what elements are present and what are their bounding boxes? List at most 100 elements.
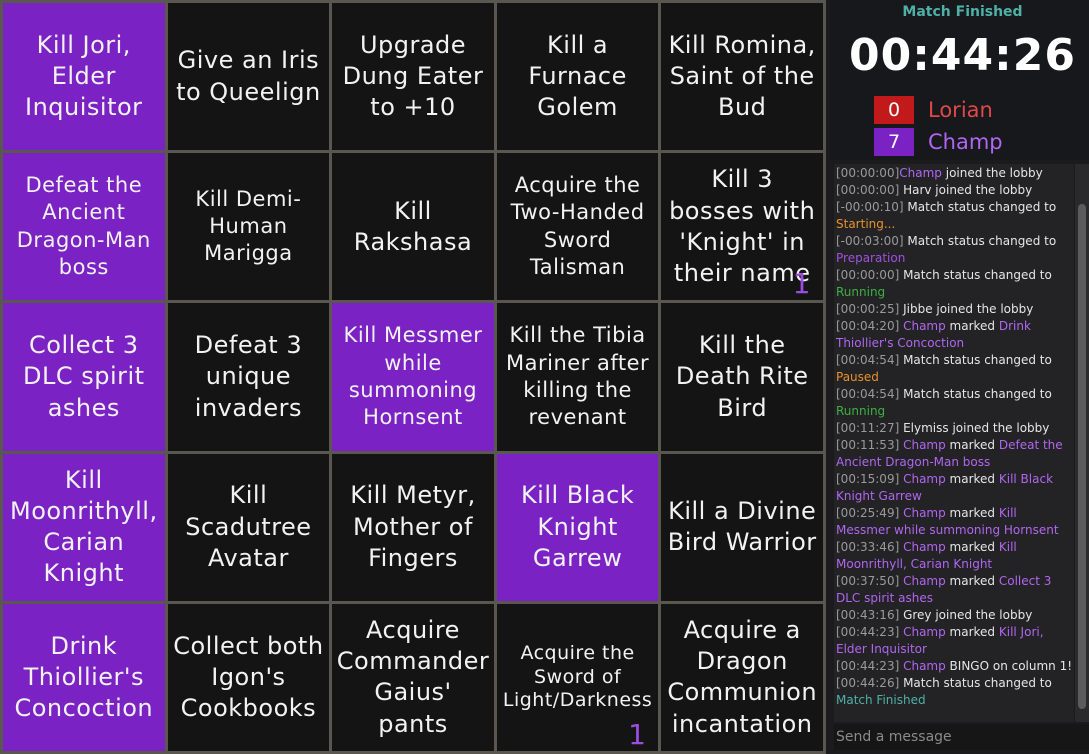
bingo-cell[interactable]: Kill Metyr, Mother of Fingers xyxy=(332,453,494,601)
bingo-cell-counter: 1 xyxy=(792,267,811,301)
bingo-cell-counter: 1 xyxy=(628,717,647,751)
log-text: BINGO on column 1! xyxy=(945,659,1073,673)
log-player-name: Champ xyxy=(899,659,946,673)
bingo-cell-goal: Kill Romina, Saint of the Bud xyxy=(668,30,816,122)
bingo-cell-goal: Acquire the Two-Handed Sword Talisman xyxy=(510,173,645,280)
log-text: marked xyxy=(945,574,999,588)
log-status-value: Starting... xyxy=(836,217,896,231)
bingo-cell[interactable]: Acquire the Two-Handed Sword Talisman xyxy=(496,153,659,301)
log-text: Match status changed to xyxy=(903,200,1057,214)
log-player-name: Champ xyxy=(899,166,942,180)
log-entry: [00:11:27] Elymiss joined the lobby xyxy=(836,420,1074,437)
log-timestamp: [00:00:25] xyxy=(836,302,900,316)
bingo-cell-goal: Kill Scadutree Avatar xyxy=(185,481,312,572)
log-text: Match status changed to xyxy=(899,353,1052,367)
log-entry: [00:04:20] Champ marked Drink Thiollier'… xyxy=(836,318,1074,352)
team-name: Lorian xyxy=(928,98,993,122)
log-timestamp: [00:44:26] xyxy=(836,676,900,690)
bingo-cell[interactable]: Collect 3 DLC spirit ashes xyxy=(3,303,165,451)
bingo-cell[interactable]: Kill Jori, Elder Inquisitor xyxy=(3,3,165,151)
log-text: marked xyxy=(945,472,999,486)
bingo-cell[interactable]: Kill Demi-Human Marigga xyxy=(167,153,330,301)
bingo-cell[interactable]: Acquire a Dragon Communion incantation xyxy=(661,603,823,751)
bingo-cell[interactable]: Kill a Furnace Golem xyxy=(496,3,659,151)
log-player-name: Champ xyxy=(899,540,946,554)
bingo-cell[interactable]: Kill Black Knight Garrew xyxy=(496,453,659,601)
bingo-cell-goal: Defeat 3 unique invaders xyxy=(194,331,303,422)
bingo-cell-goal: Kill Demi-Human Marigga xyxy=(195,186,302,266)
team-score-box: 7 xyxy=(874,128,914,156)
bingo-cell[interactable]: Defeat 3 unique invaders xyxy=(167,303,330,451)
log-entry: [00:44:26] Match status changed to Match… xyxy=(836,675,1074,709)
bingo-cell[interactable]: Kill 3 bosses with 'Knight' in their nam… xyxy=(661,153,823,301)
bingo-cell[interactable]: Kill the Tibia Mariner after killing the… xyxy=(496,303,659,451)
log-text: Match status changed to xyxy=(899,268,1052,282)
bingo-cell[interactable]: Drink Thiollier's Concoction xyxy=(3,603,165,751)
log-timestamp: [00:11:27] xyxy=(836,421,900,435)
log-text: marked xyxy=(945,506,999,520)
log-entry: [00:44:23] Champ marked Kill Jori, Elder… xyxy=(836,624,1074,658)
log-entry: [00:33:46] Champ marked Kill Moonrithyll… xyxy=(836,539,1074,573)
log-text: marked xyxy=(945,438,999,452)
log-timestamp: [00:00:00] xyxy=(836,183,900,197)
bingo-cell[interactable]: Kill Scadutree Avatar xyxy=(167,453,330,601)
bingo-board: Kill Jori, Elder Inquisitor Give an Iris … xyxy=(0,0,826,754)
bingo-cell[interactable]: Defeat the Ancient Dragon-Man boss xyxy=(3,153,165,301)
log-timestamp: [-00:03:00] xyxy=(836,234,904,248)
log-status-value: Paused xyxy=(836,370,879,384)
log-timestamp: [00:00:00] xyxy=(836,166,900,180)
log-timestamp: [00:44:23] xyxy=(836,625,900,639)
bingo-cell[interactable]: Collect both Igon's Cookbooks xyxy=(167,603,330,751)
bingo-cell[interactable]: Kill Moonrithyll, Carian Knight xyxy=(3,453,165,601)
log-timestamp: [00:44:23] xyxy=(836,659,900,673)
log-entry: [00:44:23] Champ BINGO on column 1! xyxy=(836,658,1074,675)
log-text: Match status changed to xyxy=(903,234,1057,248)
log-timestamp: [00:04:20] xyxy=(836,319,900,333)
bingo-cell[interactable]: Kill Messmer while summoning Hornsent xyxy=(332,303,494,451)
log-entry: [00:00:00] Match status changed to Runni… xyxy=(836,267,1074,301)
bingo-cell[interactable]: Acquire the Sword of Light/Darkness 1 xyxy=(496,603,659,751)
log-entry: [-00:03:00] Match status changed to Prep… xyxy=(836,233,1074,267)
log-entry: [00:15:09] Champ marked Kill Black Knigh… xyxy=(836,471,1074,505)
log-entry: [00:04:54] Match status changed to Pause… xyxy=(836,352,1074,386)
log-text: Harv joined the lobby xyxy=(899,183,1033,197)
bingo-cell-goal: Kill Moonrithyll, Carian Knight xyxy=(9,465,158,588)
bingo-cell-goal: Kill the Tibia Mariner after killing the… xyxy=(506,323,650,430)
bingo-cell[interactable]: Upgrade Dung Eater to +10 xyxy=(332,3,494,151)
log-entry: [00:00:00]Champ joined the lobby xyxy=(836,165,1074,182)
log-scrollbar-thumb[interactable] xyxy=(1078,204,1086,709)
team-score-row: 7 Champ xyxy=(874,128,1003,156)
log-scrollbar[interactable] xyxy=(1075,164,1089,722)
bingo-cell[interactable]: Kill a Divine Bird Warrior xyxy=(661,453,823,601)
log-timestamp: [00:04:54] xyxy=(836,353,900,367)
match-status-label: Match Finished xyxy=(902,4,1023,20)
log-entry: [00:04:54] Match status changed to Runni… xyxy=(836,386,1074,420)
bingo-cell[interactable]: Acquire Commander Gaius' pants xyxy=(332,603,494,751)
log-text: joined the lobby xyxy=(941,166,1043,180)
log-entry: [00:00:25] Jibbe joined the lobby xyxy=(836,301,1074,318)
bingo-cell-goal: Kill a Divine Bird Warrior xyxy=(667,497,817,557)
log-timestamp: [00:04:54] xyxy=(836,387,900,401)
log-player-name: Champ xyxy=(899,506,946,520)
bingo-cell-goal: Collect both Igon's Cookbooks xyxy=(173,631,324,722)
bingo-cell[interactable]: Kill the Death Rite Bird xyxy=(661,303,823,451)
log-text: marked xyxy=(945,540,999,554)
bingo-cell-goal: Drink Thiollier's Concoction xyxy=(14,631,154,722)
log-player-name: Champ xyxy=(899,472,946,486)
bingo-cell-goal: Kill Rakshasa xyxy=(353,196,473,256)
log-text: Match status changed to xyxy=(899,387,1052,401)
log-timestamp: [-00:00:10] xyxy=(836,200,904,214)
log-entry: [00:43:16] Grey joined the lobby xyxy=(836,607,1074,624)
team-name: Champ xyxy=(928,130,1003,154)
bingo-cell-goal: Kill a Furnace Golem xyxy=(528,30,627,122)
chat-message-input[interactable] xyxy=(834,724,1089,750)
log-player-name: Champ xyxy=(899,438,946,452)
log-timestamp: [00:25:49] xyxy=(836,506,900,520)
log-entry: [00:37:50] Champ marked Collect 3 DLC sp… xyxy=(836,573,1074,607)
bingo-cell[interactable]: Give an Iris to Queelign xyxy=(167,3,330,151)
bingo-cell[interactable]: Kill Rakshasa xyxy=(332,153,494,301)
bingo-cell[interactable]: Kill Romina, Saint of the Bud xyxy=(661,3,823,151)
log-status-value: Match Finished xyxy=(836,693,926,707)
log-text: marked xyxy=(945,625,999,639)
bingo-cell-goal: Kill Metyr, Mother of Fingers xyxy=(350,481,476,572)
